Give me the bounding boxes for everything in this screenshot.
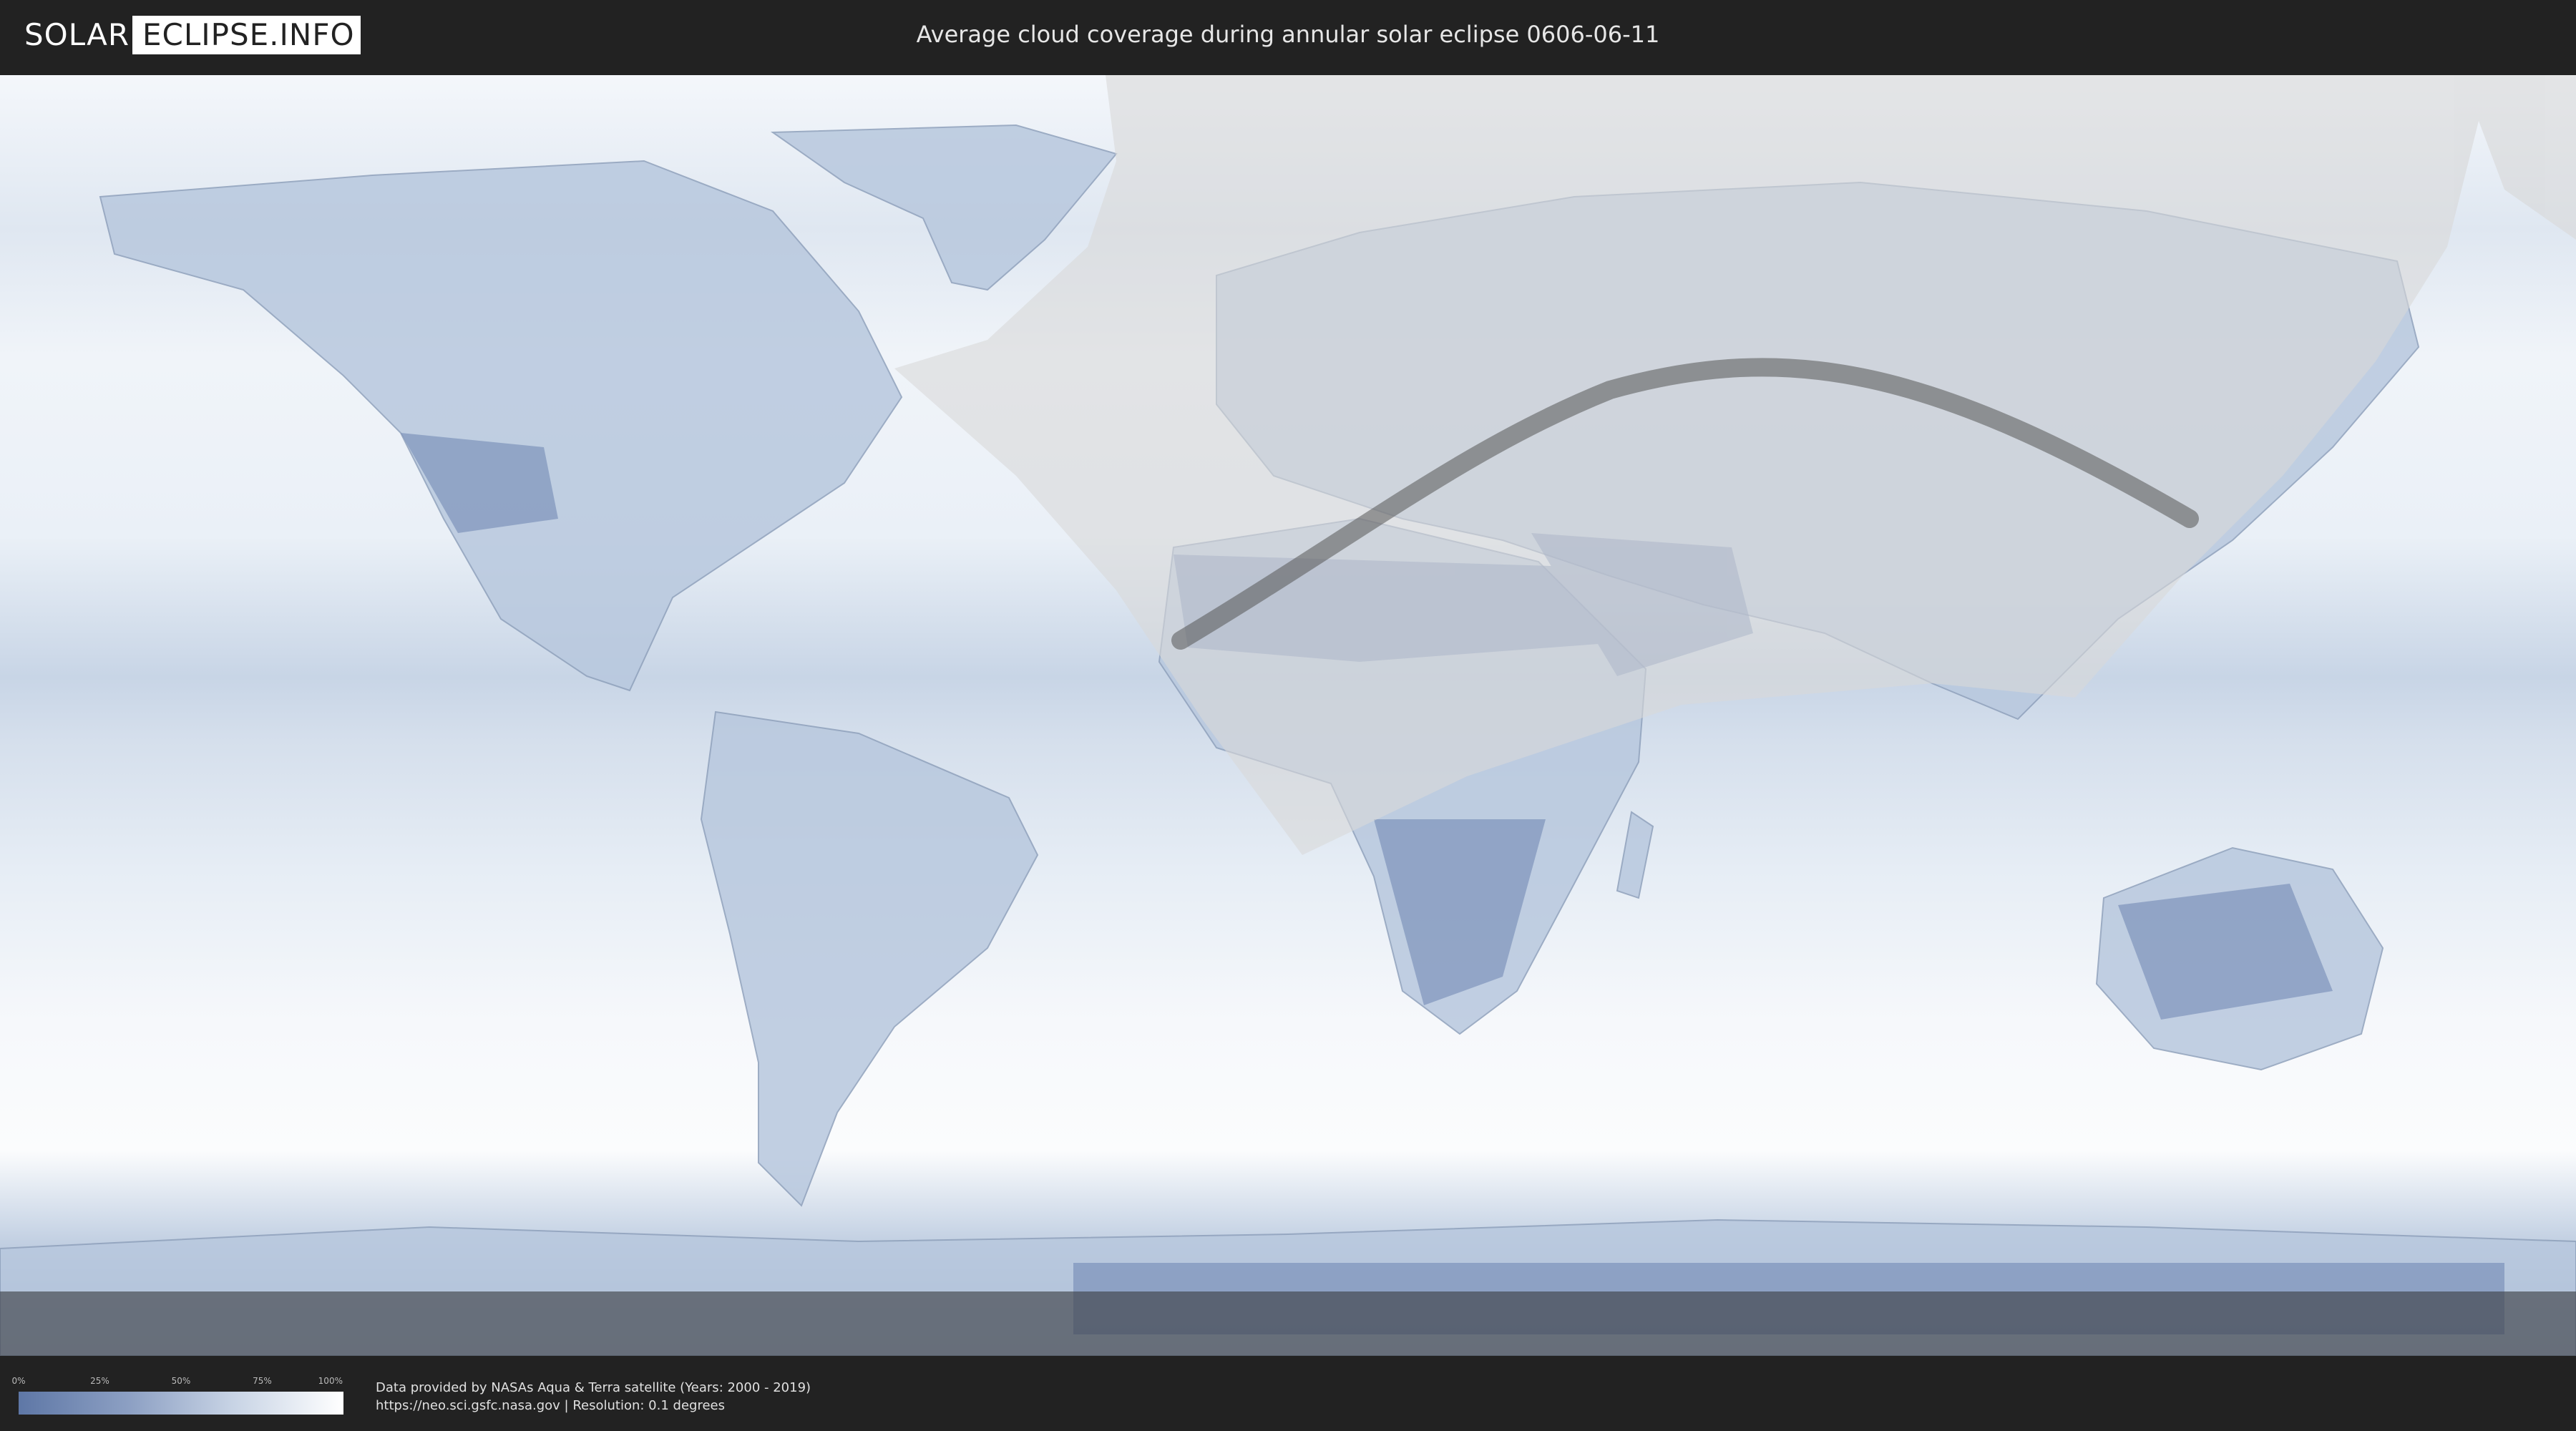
- legend-ticks: 0% 25% 50% 75% 100%: [11, 1376, 343, 1387]
- legend-tick-50: 50%: [171, 1376, 191, 1386]
- polar-night-band: [0, 1291, 2576, 1356]
- legend-tick-25: 25%: [90, 1376, 109, 1386]
- legend-tick-75: 75%: [253, 1376, 272, 1386]
- credit-line-resolution: https://neo.sci.gsfc.nasa.gov | Resoluti…: [376, 1398, 725, 1413]
- data-credit: Data provided by NASAs Aqua & Terra sate…: [376, 1379, 811, 1415]
- header: SOLAR ECLIPSE.INFO Average cloud coverag…: [0, 0, 2576, 72]
- legend-tick-0: 0%: [11, 1376, 26, 1386]
- world-map-svg: [0, 75, 2576, 1356]
- legend-tick-100: 100%: [318, 1376, 343, 1386]
- credit-line-source: Data provided by NASAs Aqua & Terra sate…: [376, 1380, 811, 1395]
- page-title: Average cloud coverage during annular so…: [916, 21, 1660, 48]
- footer: 0% 25% 50% 75% 100% Data provided by NAS…: [0, 1356, 2576, 1431]
- cloud-coverage-legend: 0% 25% 50% 75% 100%: [11, 1376, 343, 1415]
- cloud-coverage-map: [0, 75, 2576, 1356]
- legend-color-bar: [19, 1392, 343, 1415]
